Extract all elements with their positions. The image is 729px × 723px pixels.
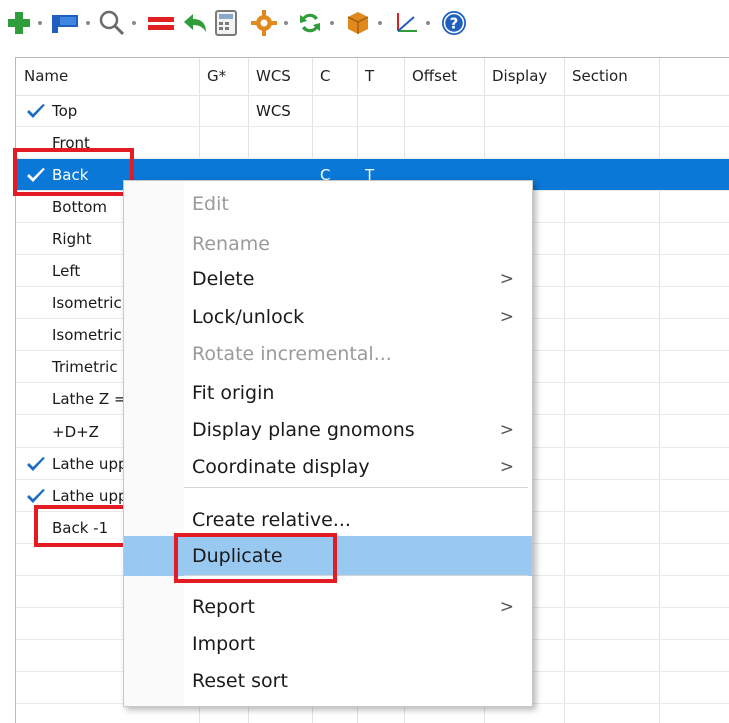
cell-wcs: WCS [256, 102, 291, 120]
cell-c [320, 127, 357, 158]
row-name: Back [52, 166, 89, 185]
menu-item-fit-origin[interactable]: Fit origin [124, 373, 532, 413]
submenu-chevron-icon: > [499, 457, 514, 477]
submenu-chevron-icon: > [499, 269, 514, 289]
menu-item-label: Rotate incremental... [192, 343, 392, 365]
table-row[interactable]: Front [16, 127, 729, 160]
row-name: +D+Z [52, 422, 99, 441]
menu-item-report[interactable]: Report > [124, 587, 532, 627]
gear-dropdown-arrow[interactable] [280, 14, 292, 32]
undo-icon[interactable] [180, 0, 208, 46]
menu-separator [184, 487, 528, 488]
box-dropdown-arrow[interactable] [374, 14, 386, 32]
cell-t [365, 95, 404, 126]
row-name: Isometric [52, 326, 122, 345]
row-name: Back -1 [52, 518, 109, 537]
row-name: Bottom [52, 198, 108, 217]
row-name: Lathe upp [52, 486, 128, 505]
equals-icon[interactable] [146, 0, 176, 46]
row-name: Lathe upp [52, 454, 128, 473]
menu-item-label: Edit [192, 193, 229, 215]
row-name: Right [52, 230, 92, 249]
plus-dropdown-arrow[interactable] [34, 14, 46, 32]
axes-icon[interactable] [392, 0, 420, 46]
menu-item-rename: Rename [124, 224, 532, 264]
header-col-t[interactable]: T [357, 58, 404, 95]
menu-item-display-plane-gnomons[interactable]: Display plane gnomons > [124, 410, 532, 450]
menu-item-label: Coordinate display [192, 456, 370, 478]
submenu-chevron-icon: > [499, 420, 514, 440]
menu-item-edit: Edit [124, 184, 532, 224]
box-icon[interactable] [344, 0, 372, 46]
menu-item-label: Delete [192, 268, 255, 290]
magnifier-dropdown-arrow[interactable] [128, 14, 140, 32]
header-col-name[interactable]: Name [16, 58, 199, 95]
checkmark-icon [27, 104, 45, 118]
axes-dropdown-arrow[interactable] [422, 14, 434, 32]
submenu-chevron-icon: > [499, 307, 514, 327]
menu-item-lock-unlock[interactable]: Lock/unlock > [124, 297, 532, 337]
header-col-offset[interactable]: Offset [404, 58, 484, 95]
menu-item-label: Create relative... [192, 509, 351, 531]
menu-item-import[interactable]: Import [124, 624, 532, 664]
menu-item-coordinate-display[interactable]: Coordinate display > [124, 447, 532, 487]
menu-item-label: Reset sort [192, 670, 288, 692]
refresh-dropdown-arrow[interactable] [326, 14, 338, 32]
header-col-g[interactable]: G* [199, 58, 248, 95]
checkmark-icon [27, 456, 45, 471]
svg-text:?: ? [450, 15, 459, 33]
menu-item-label: Report [192, 596, 255, 618]
gear-icon[interactable] [250, 0, 278, 46]
menu-item-label: Lock/unlock [192, 306, 305, 328]
menu-separator [184, 575, 528, 576]
cell-g [207, 127, 248, 158]
row-name: Trimetric [52, 358, 118, 377]
refresh-icon[interactable] [296, 0, 324, 46]
checkmark-icon [27, 168, 45, 183]
header-col-section[interactable]: Section [564, 58, 659, 95]
header-col-wcs[interactable]: WCS [248, 58, 312, 95]
row-name: Front [52, 134, 90, 153]
table-row[interactable]: Top WCS [16, 95, 729, 127]
cell-wcs [256, 127, 312, 158]
row-name: Left [52, 262, 81, 281]
menu-item-delete[interactable]: Delete > [124, 259, 532, 299]
menu-item-label: Import [192, 633, 256, 655]
row-name: Lathe Z = [52, 390, 127, 409]
menu-item-create-relative[interactable]: Create relative... [124, 500, 532, 540]
menu-item-label: Display plane gnomons [192, 419, 415, 441]
row-name: Top [52, 102, 78, 120]
menu-item-label: Rename [192, 233, 270, 255]
menu-item-reset-sort[interactable]: Reset sort [124, 661, 532, 701]
header-col-c[interactable]: C [312, 58, 357, 95]
magnifier-icon[interactable] [98, 0, 126, 46]
cell-c [320, 95, 357, 126]
menu-item-label: Fit origin [192, 382, 275, 404]
header-col-display[interactable]: Display [484, 58, 564, 95]
menu-item-label: Duplicate [192, 545, 283, 567]
help-icon[interactable]: ? [440, 0, 468, 46]
row-name: Isometric [52, 294, 122, 313]
toolbar: ? [0, 0, 729, 52]
flag-dropdown-arrow[interactable] [82, 14, 94, 32]
plus-icon[interactable] [6, 0, 32, 46]
cell-t [365, 127, 404, 158]
menu-item-rotate-incremental: Rotate incremental... [124, 334, 532, 374]
submenu-chevron-icon: > [499, 597, 514, 617]
flag-icon[interactable] [50, 0, 80, 46]
menu-item-duplicate[interactable]: Duplicate [124, 536, 532, 576]
context-menu: Edit Rename Delete > Lock/unlock > Rotate incr… [123, 180, 533, 707]
table-header: Name G* WCS C T Offset Display Section [16, 58, 729, 96]
cell-g [207, 95, 248, 126]
calculator-icon[interactable] [214, 0, 238, 46]
checkmark-icon [27, 488, 45, 503]
